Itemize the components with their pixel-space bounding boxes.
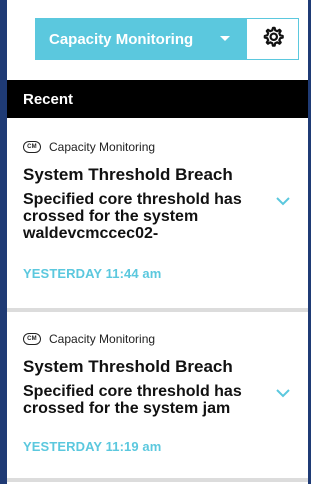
notification-item[interactable]: CM Capacity Monitoring System Threshold …	[7, 138, 308, 281]
right-edge	[308, 0, 311, 484]
notification-item[interactable]: CM Capacity Monitoring System Threshold …	[7, 330, 308, 454]
notification-time: YESTERDAY 11:19 am	[23, 439, 162, 454]
recent-header: Recent	[7, 80, 308, 118]
recent-label: Recent	[23, 90, 74, 108]
notification-title: System Threshold Breach	[23, 357, 233, 376]
notification-body: Specified core threshold has crossed for…	[23, 191, 242, 242]
app-dropdown[interactable]: Capacity Monitoring	[35, 18, 247, 60]
notification-body-row: Specified core threshold has crossed for…	[23, 191, 308, 242]
dropdown-label: Capacity Monitoring	[49, 30, 194, 48]
notification-time: YESTERDAY 11:44 am	[23, 266, 162, 281]
notification-panel: Capacity Monitoring Recent CM Capacity M…	[7, 0, 308, 484]
left-edge	[0, 0, 7, 484]
notification-source: CM Capacity Monitoring	[23, 138, 308, 156]
notification-body: Specified core threshold has crossed for…	[23, 383, 242, 417]
divider	[7, 308, 308, 312]
source-label: Capacity Monitoring	[49, 140, 156, 154]
notification-body-row: Specified core threshold has crossed for…	[23, 383, 308, 417]
chevron-down-icon[interactable]	[271, 191, 295, 211]
cm-icon: CM	[23, 141, 41, 153]
header: Capacity Monitoring	[35, 18, 299, 60]
page: Capacity Monitoring Recent CM Capacity M…	[0, 0, 311, 484]
cm-icon: CM	[23, 333, 41, 345]
notification-source: CM Capacity Monitoring	[23, 330, 308, 348]
source-label: Capacity Monitoring	[49, 332, 156, 346]
divider	[7, 478, 308, 482]
notification-title: System Threshold Breach	[23, 165, 233, 184]
settings-button[interactable]	[247, 18, 299, 60]
chevron-down-icon[interactable]	[271, 383, 295, 403]
gear-icon	[261, 25, 285, 54]
chevron-down-icon	[211, 18, 239, 60]
